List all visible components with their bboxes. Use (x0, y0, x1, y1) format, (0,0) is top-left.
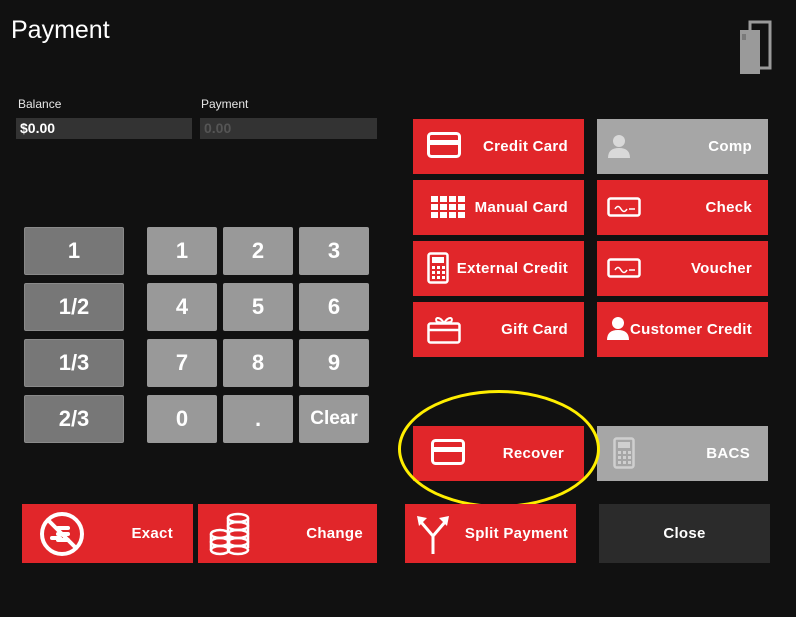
payment-label: Payment (201, 97, 249, 111)
manual-card-label: Manual Card (474, 199, 568, 216)
exact-button[interactable]: Exact (22, 504, 193, 563)
coins-icon (208, 512, 252, 558)
card-terminal-icon (427, 252, 449, 284)
keypad-button-clear[interactable]: Clear (299, 395, 369, 443)
exact-label: Exact (131, 525, 173, 542)
keypad-button-7[interactable]: 7 (147, 339, 217, 387)
keypad-button-0[interactable]: 0 (147, 395, 217, 443)
credit-card-label: Credit Card (483, 138, 568, 155)
split-payment-label: Split Payment (464, 525, 568, 542)
close-button[interactable]: Close (599, 504, 770, 563)
person-icon (605, 132, 633, 160)
change-label: Change (306, 525, 363, 542)
page-title: Payment (11, 16, 110, 44)
customer-credit-button[interactable]: Customer Credit (597, 302, 768, 357)
check-label: Check (705, 199, 752, 216)
keypad-button-5[interactable]: 5 (223, 283, 293, 331)
gift-card-button[interactable]: Gift Card (413, 302, 584, 357)
recover-label: Recover (502, 445, 564, 462)
gift-card-icon (427, 314, 461, 344)
recover-button[interactable]: Recover (413, 426, 584, 481)
credit-card-icon (427, 132, 461, 158)
keypad-grid-icon (431, 196, 465, 218)
keypad-button-9[interactable]: 9 (299, 339, 369, 387)
check-button[interactable]: Check (597, 180, 768, 235)
payment-field[interactable]: 0.00 (200, 118, 377, 139)
change-button[interactable]: Change (198, 504, 377, 563)
close-label: Close (663, 525, 706, 542)
card-reader-icon (740, 20, 772, 74)
credit-card-icon (431, 439, 465, 465)
comp-button[interactable]: Comp (597, 119, 768, 174)
fraction-button-1-3[interactable]: 1/3 (24, 339, 124, 387)
check-icon (607, 197, 641, 217)
voucher-icon (607, 258, 641, 278)
keypad-button-decimal[interactable]: . (223, 395, 293, 443)
person-icon (605, 315, 631, 341)
fraction-button-2-3[interactable]: 2/3 (24, 395, 124, 443)
credit-card-button[interactable]: Credit Card (413, 119, 584, 174)
keypad-button-6[interactable]: 6 (299, 283, 369, 331)
customer-credit-label: Customer Credit (629, 321, 752, 338)
balance-field: $0.00 (16, 118, 192, 139)
no-coins-icon (38, 510, 86, 558)
manual-card-button[interactable]: Manual Card (413, 180, 584, 235)
voucher-button[interactable]: Voucher (597, 241, 768, 296)
keypad-button-2[interactable]: 2 (223, 227, 293, 275)
card-terminal-icon (613, 437, 635, 469)
bacs-button[interactable]: BACS (597, 426, 768, 481)
external-credit-button[interactable]: External Credit (413, 241, 584, 296)
voucher-label: Voucher (690, 260, 752, 277)
split-arrow-icon (415, 514, 451, 554)
split-payment-button[interactable]: Split Payment (405, 504, 576, 563)
balance-label: Balance (18, 97, 62, 111)
comp-label: Comp (708, 138, 752, 155)
keypad-button-8[interactable]: 8 (223, 339, 293, 387)
bacs-label: BACS (706, 445, 750, 462)
keypad-button-3[interactable]: 3 (299, 227, 369, 275)
external-credit-label: External Credit (456, 260, 568, 277)
fraction-button-1-2[interactable]: 1/2 (24, 283, 124, 331)
keypad-button-1[interactable]: 1 (147, 227, 217, 275)
keypad-button-4[interactable]: 4 (147, 283, 217, 331)
fraction-button-1[interactable]: 1 (24, 227, 124, 275)
gift-card-label: Gift Card (501, 321, 568, 338)
